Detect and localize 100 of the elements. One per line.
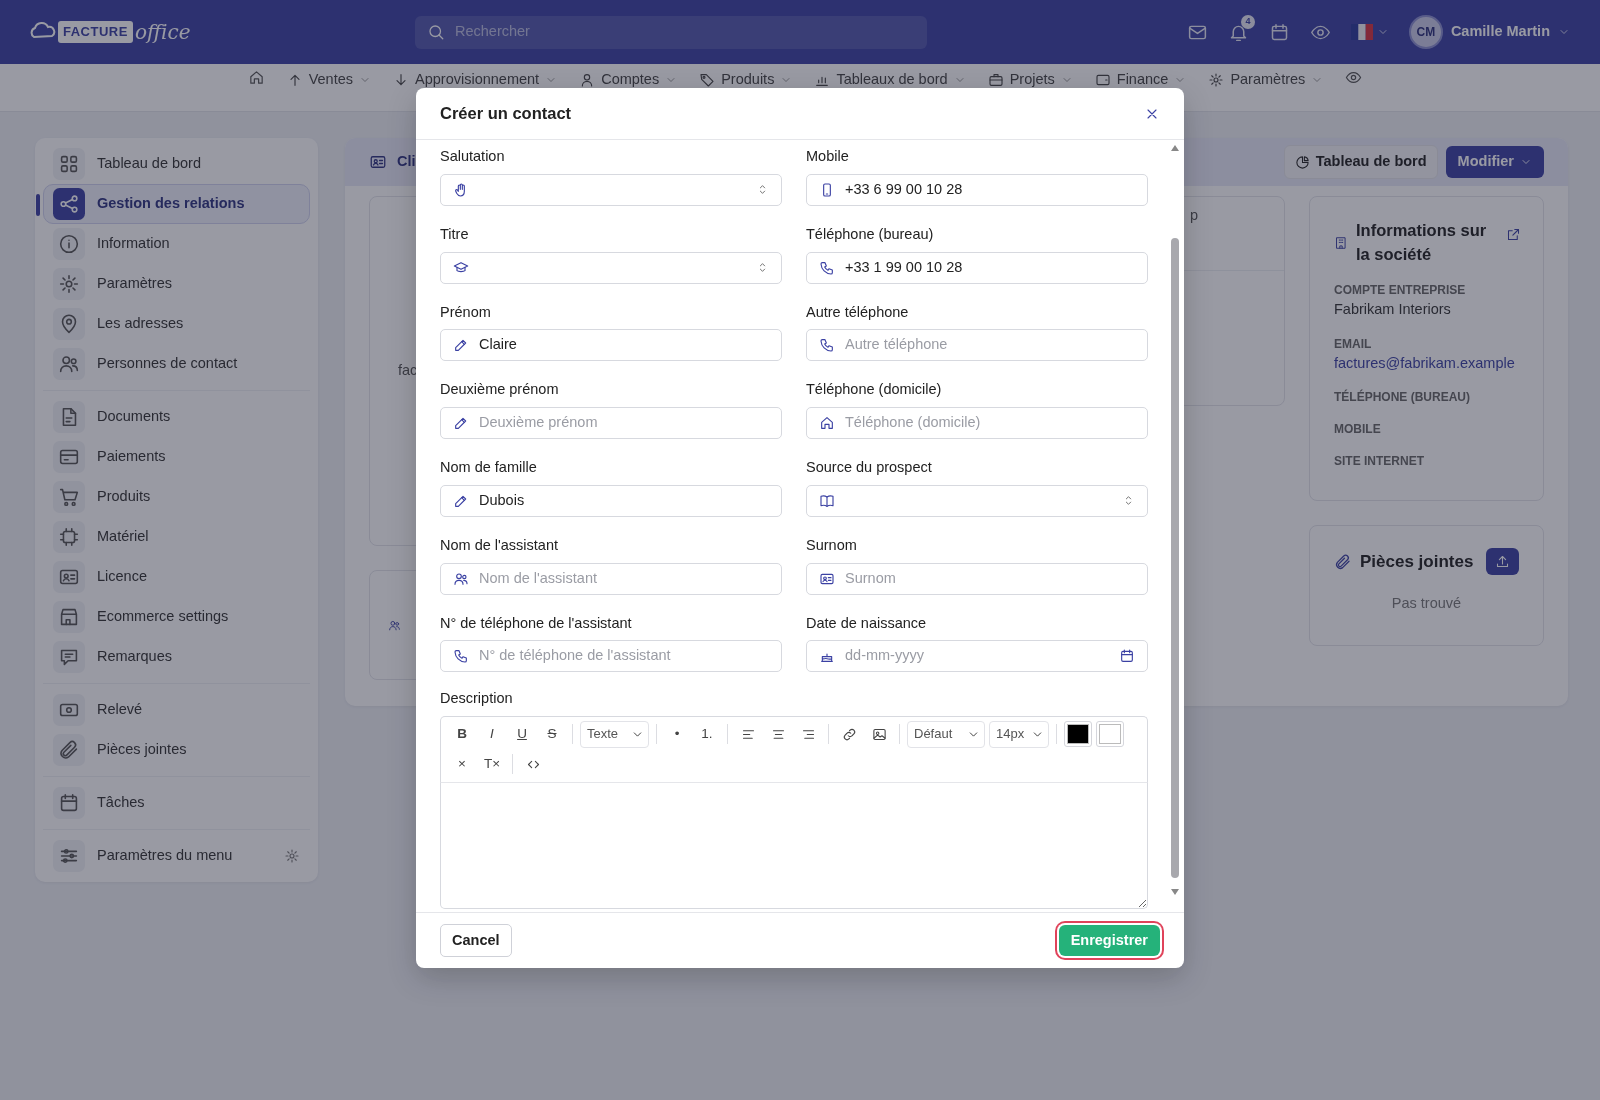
external-link-icon[interactable] [1506,227,1521,242]
input-field[interactable]: Dubois [440,484,782,517]
nav-link[interactable]: Comptes [579,69,678,91]
format-button[interactable]: I [479,722,505,746]
building-icon [1334,235,1348,250]
sidebar-item[interactable]: Personnes de contact [43,344,310,384]
nav-link[interactable]: Ventes [286,69,371,91]
user-menu-button[interactable]: CM Camille Martin [1408,15,1570,49]
credit-card-icon [53,441,85,473]
format-button[interactable]: B [449,722,475,746]
nav-link[interactable]: Finance [1094,69,1187,91]
store-icon [53,601,85,633]
select-field[interactable] [440,173,782,206]
share-icon [53,188,85,220]
toolbar-select[interactable]: Défaut [907,720,985,748]
sidebar-item[interactable]: Paramètres [43,264,310,304]
eye-icon[interactable] [1345,69,1363,86]
sidebar-item[interactable]: Produits [43,477,310,517]
text-input[interactable]: Claire [479,334,769,357]
text-input[interactable]: +33 1 99 00 10 28 [845,256,1135,279]
sidebar-item[interactable]: Paiements [43,437,310,477]
tab-label[interactable]: Cli [397,151,416,173]
settings-icon[interactable] [284,848,300,864]
dashboard-button[interactable]: Tableau de bord [1283,145,1438,179]
sidebar-item[interactable]: Documents [43,397,310,437]
banknote-icon [53,694,85,726]
input-field[interactable]: Deuxième prénom [440,407,782,439]
info-icon [53,228,85,260]
calendar-icon[interactable] [1119,648,1135,665]
sidebar-item[interactable]: Tâches [43,783,310,823]
date-field[interactable]: dd-mm-yyyy [806,640,1148,673]
toolbar-select[interactable]: Texte [580,720,649,748]
grid-icon [53,148,85,180]
sidebar-item[interactable]: Ecommerce settings [43,597,310,637]
sidebar-item[interactable]: Pièces jointes [43,730,310,770]
card-title: Informations sur la société [1356,220,1488,265]
field-label: Date de naissance [806,613,928,633]
sidebar-item[interactable]: Paramètres du menu [43,836,310,876]
field-label: Téléphone (bureau) [806,224,935,244]
text-input[interactable]: dd-mm-yyyy [845,645,1109,668]
text-input[interactable]: Dubois [479,489,769,512]
nav-link[interactable]: Produits [699,69,793,91]
users-icon [388,618,401,632]
tag-icon [699,71,716,88]
format-button[interactable]: U [509,722,535,746]
input-field[interactable]: +33 6 99 00 10 28 [806,173,1148,206]
home-icon [819,415,835,431]
edit-button[interactable]: Modifier [1445,146,1544,178]
sidebar-item[interactable]: Relevé [43,690,310,730]
text-input[interactable]: Téléphone (domicile) [845,412,1135,434]
toolbar-select[interactable]: 14px [989,720,1049,748]
pencil-icon [453,415,469,431]
text-input[interactable]: Deuxième prénom [479,412,769,434]
select-field[interactable] [806,484,1148,517]
text-input[interactable]: N° de téléphone de l'assistant [479,645,769,668]
field-label: Autre téléphone [806,302,910,322]
field-label: Description [440,689,514,709]
field-label: Prénom [440,302,492,322]
input-field[interactable]: N° de téléphone de l'assistant [440,640,782,673]
pie-chart-icon [1294,154,1310,170]
chat-bubble-icon [53,641,85,673]
field-label: Nom de l'assistant [440,535,559,555]
users-icon [53,348,85,380]
toolbar-button[interactable]: × [449,752,475,776]
field-label: Source du prospect [806,458,933,477]
field-label: MOBILE [1334,421,1382,439]
input-field[interactable]: Téléphone (domicile) [806,407,1148,439]
input-field[interactable]: Autre téléphone [806,329,1148,362]
format-button[interactable]: S [539,722,565,746]
sidebar-item[interactable]: Licence [43,557,310,597]
nav-link[interactable]: Approvisionnement [393,69,558,91]
nav-link[interactable]: Tableaux de bord [814,69,966,91]
text-input[interactable]: Nom de l'assistant [479,567,769,590]
sidebar-item[interactable]: Tableau de bord [43,144,310,184]
upload-button[interactable] [1486,548,1519,576]
field-label: EMAIL [1334,335,1373,353]
nav-link[interactable]: Paramètres [1208,69,1324,91]
cancel-button[interactable]: Cancel [440,923,512,958]
select-field[interactable] [440,251,782,284]
text-input[interactable]: Autre téléphone [845,334,1135,357]
email-link[interactable]: factures@fabrikam.example [1334,352,1521,375]
input-field[interactable]: Nom de l'assistant [440,562,782,595]
sidebar-item[interactable]: Matériel [43,517,310,557]
toolbar-button[interactable]: T× [479,752,505,776]
input-field[interactable]: Surnom [806,562,1148,595]
sidebar-item[interactable]: Remarques [43,637,310,677]
toolbar-button[interactable]: • [664,722,690,746]
nav-link[interactable]: Projets [987,69,1073,91]
field-label: Salutation [440,147,506,166]
input-field[interactable]: Claire [440,329,782,362]
home-icon[interactable] [247,69,265,86]
text-input[interactable]: +33 6 99 00 10 28 [845,178,1135,201]
sidebar-item[interactable]: Les adresses [43,304,310,344]
input-field[interactable]: +33 1 99 00 10 28 [806,251,1148,284]
sidebar-item[interactable]: Information [43,224,310,264]
field-value: Fabrikam Interiors [1334,299,1452,319]
flag-icon[interactable] [1350,24,1373,40]
toolbar-button[interactable]: 1. [694,722,720,746]
briefcase-icon [987,71,1004,88]
text-input[interactable]: Surnom [845,567,1135,590]
